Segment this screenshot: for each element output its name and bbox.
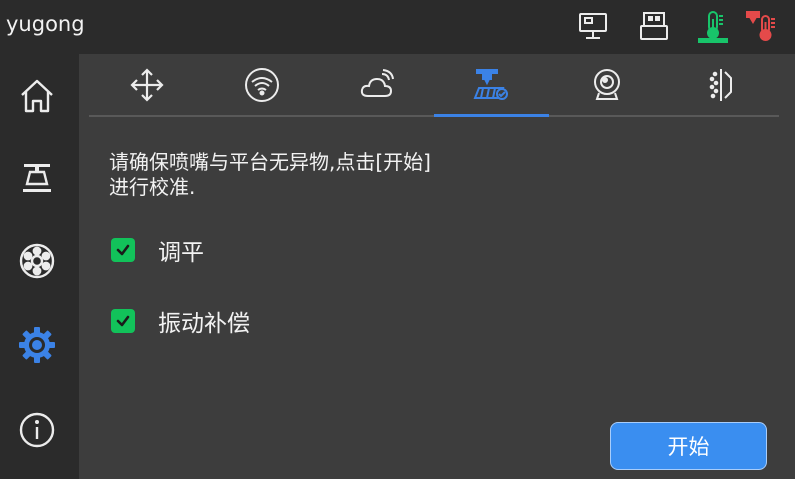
cloud-icon (360, 68, 394, 97)
app-title: yugong (6, 12, 85, 36)
bed-temperature-icon (696, 10, 730, 44)
light-icon (709, 68, 732, 101)
start-button[interactable]: 开始 (610, 422, 767, 470)
sidebar-item-home[interactable] (10, 69, 64, 123)
vibration-compensation-option[interactable]: 振动补偿 (111, 303, 250, 339)
sidebar-item-filament[interactable] (10, 234, 64, 288)
move-icon (129, 67, 164, 102)
tab-calibration[interactable] (434, 54, 549, 117)
nozzle-temperature-icon (746, 10, 780, 44)
settings-icon (19, 327, 55, 363)
calibration-message: 请确保喷嘴与平台无异物,点击[开始] 进行校准. (109, 150, 431, 199)
tab-wifi[interactable] (204, 54, 319, 115)
camera-icon (593, 68, 620, 100)
usb-icon[interactable] (637, 10, 671, 44)
sidebar-item-settings[interactable] (10, 318, 64, 372)
calibration-icon (473, 68, 508, 100)
check-icon (116, 315, 130, 327)
info-icon (19, 412, 55, 448)
network-icon[interactable] (577, 10, 611, 44)
sidebar-item-info[interactable] (10, 403, 64, 457)
settings-tabs (89, 54, 779, 117)
tab-camera[interactable] (549, 54, 664, 115)
filament-icon (19, 243, 55, 279)
check-icon (116, 244, 130, 256)
tab-move[interactable] (89, 54, 204, 115)
leveling-checkbox[interactable] (111, 238, 135, 262)
vibration-compensation-checkbox[interactable] (111, 309, 135, 333)
home-icon (21, 79, 53, 113)
settings-panel: 请确保喷嘴与平台无异物,点击[开始] 进行校准. 调平 振动补偿 开始 (79, 54, 795, 479)
top-bar: yugong (0, 0, 795, 54)
print-icon (23, 164, 51, 192)
sidebar-item-print[interactable] (10, 151, 64, 205)
leveling-label: 调平 (158, 240, 204, 266)
tab-light[interactable] (664, 54, 779, 115)
leveling-option[interactable]: 调平 (111, 232, 204, 268)
sidebar (0, 54, 79, 479)
wifi-icon (244, 67, 279, 102)
tab-cloud[interactable] (319, 54, 434, 115)
vibration-compensation-label: 振动补偿 (158, 311, 250, 337)
